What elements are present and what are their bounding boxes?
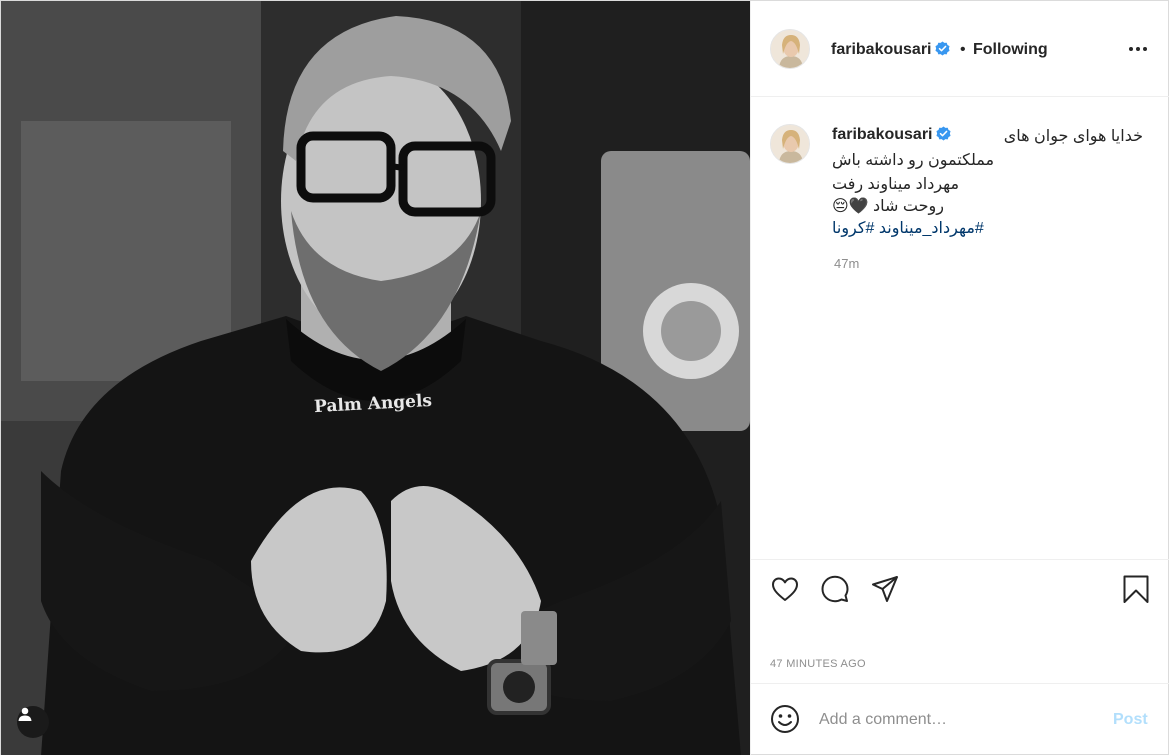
more-options-button[interactable] (1125, 37, 1151, 61)
comment-icon (821, 575, 849, 603)
emoji-button[interactable] (770, 704, 800, 734)
caption-line: 😔🖤 روحت شاد (832, 198, 944, 215)
more-options-icon (1129, 47, 1133, 51)
caption-hashtags[interactable]: مهرداد_میناوند #کرونا# (832, 218, 1052, 238)
author-username[interactable]: faribakousari (831, 41, 951, 59)
comments-section: faribakousari خدایا هوای جوان های مملکتم… (751, 98, 1169, 558)
caption-line: خدایا هوای جوان های (1003, 128, 1143, 145)
emoji-icon (771, 705, 799, 733)
heart-icon (772, 577, 798, 601)
likes-placeholder (770, 608, 800, 638)
comment-button[interactable] (820, 574, 850, 604)
caption-time[interactable]: 47m (834, 256, 859, 271)
save-button[interactable] (1121, 574, 1151, 604)
add-comment-bar: Post (751, 683, 1169, 755)
separator-dot: • (960, 41, 966, 58)
like-button[interactable] (770, 574, 800, 604)
more-options-icon (1136, 47, 1140, 51)
caption-line: مملکتمون رو داشته باش (832, 152, 995, 169)
post-actions: 47 MINUTES AGO (751, 559, 1169, 679)
avatar-image (771, 125, 809, 163)
instagram-post: Palm Angels faribakousari • Following fa… (0, 0, 1169, 755)
post-timestamp[interactable]: 47 MINUTES AGO (770, 658, 866, 670)
verified-badge-icon (935, 41, 951, 56)
bookmark-icon (1123, 575, 1149, 603)
tagged-user-button[interactable] (17, 706, 49, 738)
tagged-user-icon (18, 707, 32, 721)
caption-line: مهرداد میناوند رفت (832, 176, 960, 193)
caption-avatar[interactable] (770, 124, 810, 164)
avatar-image (771, 30, 809, 68)
photo-illustration: Palm Angels (1, 1, 750, 755)
share-icon (872, 576, 898, 602)
following-button[interactable]: Following (973, 41, 1048, 59)
post-side-panel: faribakousari • Following faribakousari … (750, 1, 1169, 755)
post-comment-button[interactable]: Post (1113, 711, 1148, 729)
post-header: faribakousari • Following (751, 1, 1169, 97)
more-options-icon (1143, 47, 1147, 51)
verified-badge-icon (936, 126, 952, 141)
comment-input[interactable] (819, 708, 1089, 732)
post-photo[interactable]: Palm Angels (1, 1, 750, 755)
avatar[interactable] (770, 29, 810, 69)
share-button[interactable] (870, 574, 900, 604)
caption-username[interactable]: faribakousari (832, 126, 952, 144)
